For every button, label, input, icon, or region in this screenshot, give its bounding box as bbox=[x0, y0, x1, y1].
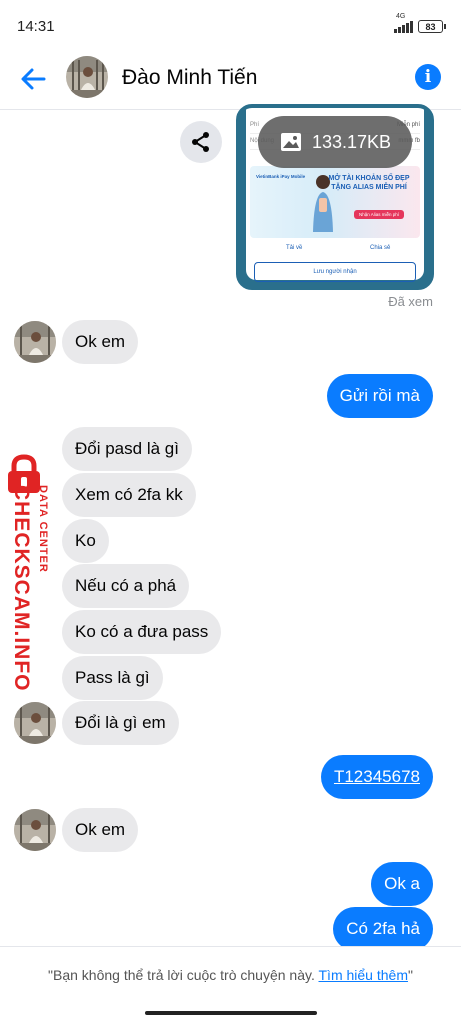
status-bar: 14:31 4G 83 bbox=[0, 0, 461, 52]
preview-banner: VietinBank iPay Mobile MỞ TÀI KHOẢN SỐ Đ… bbox=[250, 166, 420, 238]
image-size-badge[interactable]: 133.17KB bbox=[258, 116, 412, 168]
message-bubble-incoming[interactable]: Ko bbox=[62, 519, 109, 563]
message-link-text[interactable]: T12345678 bbox=[334, 767, 420, 786]
message-bubble-outgoing[interactable]: T12345678 bbox=[320, 755, 433, 799]
share-button[interactable] bbox=[180, 121, 222, 163]
network-type: 4G bbox=[396, 12, 406, 20]
battery-icon: 83 bbox=[418, 20, 446, 33]
footer-notice: "Bạn không thể trả lời cuộc trò chuyện n… bbox=[48, 967, 319, 983]
home-indicator[interactable] bbox=[145, 1011, 317, 1015]
watermark-sub: DATA CENTER bbox=[37, 485, 49, 573]
sender-avatar[interactable] bbox=[14, 809, 56, 851]
seen-status: Đã xem bbox=[388, 294, 433, 309]
watermark-main: CHECKSCAM.INFO bbox=[10, 485, 33, 692]
info-icon[interactable]: i bbox=[415, 64, 441, 90]
preview-actions: Tải về Chia sẻ bbox=[250, 242, 420, 258]
status-indicators: 4G 83 bbox=[394, 13, 446, 33]
watermark: DATA CENTER CHECKSCAM.INFO bbox=[0, 454, 52, 692]
message-bubble-incoming[interactable]: Xem có 2fa kk bbox=[62, 473, 196, 517]
sender-avatar[interactable] bbox=[14, 702, 56, 744]
footer-close-quote: " bbox=[407, 967, 413, 983]
banner-cta: Nhận Alias miễn phí bbox=[354, 210, 404, 219]
banner-title: MỞ TÀI KHOẢN SỐ ĐẸP TẶNG ALIAS MIỄN PHÍ bbox=[328, 175, 410, 191]
message-bubble-incoming[interactable]: Ko có a đưa pass bbox=[62, 610, 222, 654]
message-bubble-incoming[interactable]: Đổi pasd là gì bbox=[62, 427, 192, 471]
image-icon bbox=[281, 133, 301, 151]
info-icon-glyph: i bbox=[424, 67, 432, 87]
signal-icon: 4G bbox=[394, 13, 413, 33]
share-icon bbox=[192, 132, 209, 152]
message-bubble-incoming[interactable]: Ok em bbox=[62, 320, 139, 364]
preview-row-label: Phí bbox=[250, 122, 260, 128]
learn-more-link[interactable]: Tìm hiểu thêm bbox=[319, 967, 408, 983]
contact-avatar[interactable] bbox=[66, 56, 108, 98]
image-file-size: 133.17KB bbox=[312, 131, 392, 152]
composer-disabled-notice: "Bạn không thể trả lời cuộc trò chuyện n… bbox=[0, 946, 461, 1006]
message-bubble-incoming[interactable]: Ok em bbox=[62, 808, 139, 852]
status-time: 14:31 bbox=[17, 18, 55, 35]
footer-text: "Bạn không thể trả lời cuộc trò chuyện n… bbox=[0, 967, 461, 983]
message-bubble-outgoing[interactable]: Ok a bbox=[371, 862, 433, 906]
preview-download-label: Tải về bbox=[286, 245, 303, 251]
watermark-text: DATA CENTER CHECKSCAM.INFO bbox=[9, 485, 49, 692]
contact-name[interactable]: Đào Minh Tiến bbox=[122, 66, 257, 90]
banner-logo: VietinBank iPay Mobile bbox=[256, 174, 306, 179]
message-bubble-incoming[interactable]: Nếu có a phá bbox=[62, 564, 190, 608]
system-nav-bar bbox=[0, 1006, 461, 1024]
battery-level: 83 bbox=[425, 21, 436, 32]
message-bubble-incoming[interactable]: Đổi là gì em bbox=[62, 701, 179, 745]
message-bubble-outgoing[interactable]: Gửi rồi mà bbox=[326, 374, 433, 418]
arrow-left-icon bbox=[21, 68, 46, 90]
back-button[interactable] bbox=[18, 64, 48, 94]
sender-avatar[interactable] bbox=[14, 321, 56, 363]
chat-header: Đào Minh Tiến i bbox=[0, 52, 461, 110]
message-bubble-incoming[interactable]: Pass là gì bbox=[62, 656, 163, 700]
message-bubble-outgoing[interactable]: Có 2fa hả bbox=[333, 907, 433, 951]
preview-share-label: Chia sẻ bbox=[370, 245, 391, 251]
preview-save-button: Lưu người nhận bbox=[254, 262, 416, 282]
